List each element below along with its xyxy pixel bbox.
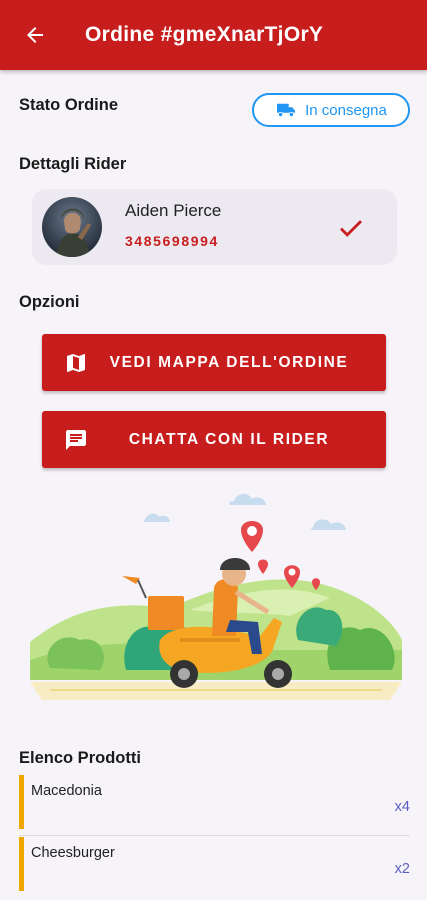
app-bar: Ordine #gmeXnarTjOrY xyxy=(0,0,427,70)
map-icon xyxy=(67,354,85,372)
rider-details-label: Dettagli Rider xyxy=(19,155,127,173)
list-item[interactable]: Cheesburger x2 xyxy=(19,837,410,891)
product-quantity: x2 xyxy=(394,861,410,877)
page-title: Ordine #gmeXnarTjOrY xyxy=(85,23,324,46)
product-quantity: x4 xyxy=(394,799,410,815)
status-badge: In consegna xyxy=(252,93,410,127)
accent-bar xyxy=(19,837,24,891)
accent-bar xyxy=(19,775,24,829)
view-order-map-label: VEDI MAPPA DELL'ORDINE xyxy=(109,353,349,371)
back-button[interactable] xyxy=(0,0,70,70)
products-label: Elenco Prodotti xyxy=(19,749,141,767)
status-badge-text: In consegna xyxy=(305,101,387,119)
order-status-label: Stato Ordine xyxy=(19,96,119,114)
truck-icon xyxy=(277,103,296,118)
delivery-illustration xyxy=(30,493,402,700)
check-icon xyxy=(340,220,362,237)
product-name: Macedonia xyxy=(31,783,102,799)
product-name: Cheesburger xyxy=(31,845,115,861)
chat-with-rider-label: CHATTA CON IL RIDER xyxy=(128,430,330,448)
rider-phone[interactable]: 3485698994 xyxy=(125,233,219,249)
view-order-map-button[interactable]: VEDI MAPPA DELL'ORDINE xyxy=(42,334,386,391)
arrow-back-icon xyxy=(27,27,43,43)
chat-icon xyxy=(66,430,86,450)
list-item[interactable]: Macedonia x4 xyxy=(19,775,410,829)
rider-name: Aiden Pierce xyxy=(125,201,222,220)
avatar xyxy=(42,197,102,257)
rider-card: Aiden Pierce 3485698994 xyxy=(32,189,397,265)
divider xyxy=(19,835,410,836)
options-label: Opzioni xyxy=(19,293,80,311)
chat-with-rider-button[interactable]: CHATTA CON IL RIDER xyxy=(42,411,386,468)
